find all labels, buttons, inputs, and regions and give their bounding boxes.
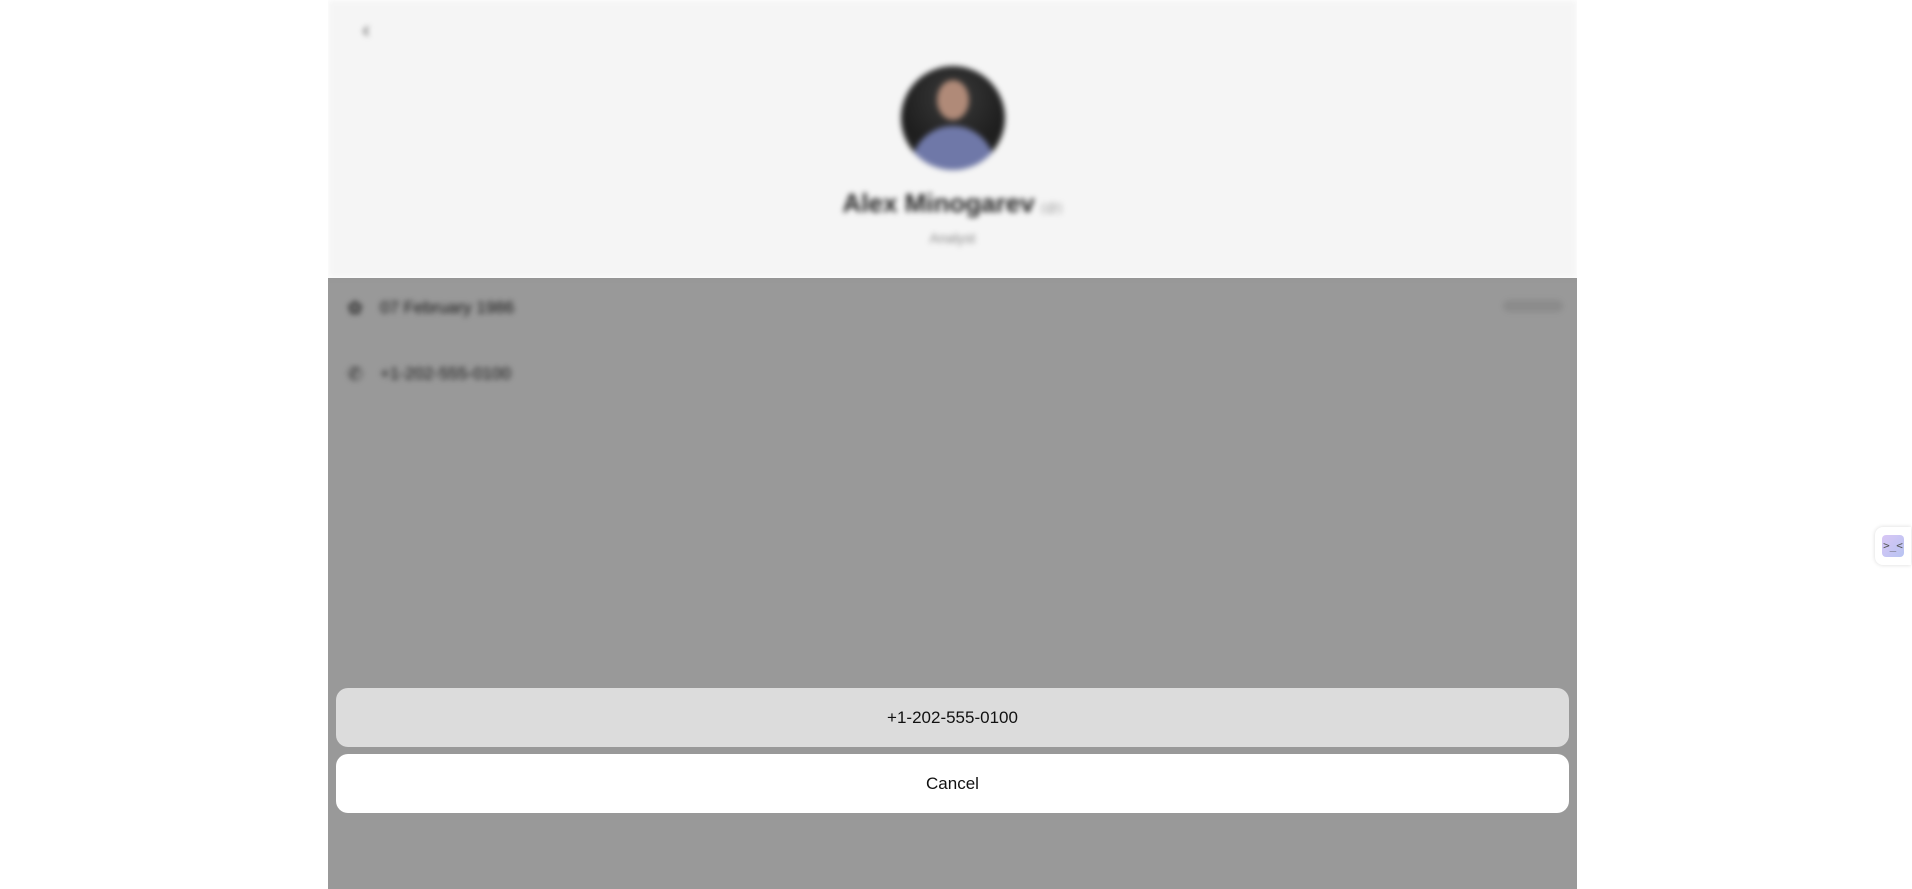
call-phone-option[interactable]: +1-202-555-0100: [336, 688, 1569, 747]
profile-header: ‹ Alex Minogarev (@) Analyst: [328, 0, 1577, 278]
contact-app: ‹ Alex Minogarev (@) Analyst ✿ 07 Februar…: [328, 0, 1577, 889]
profile-role: Analyst: [929, 230, 976, 246]
cancel-button[interactable]: Cancel: [336, 754, 1569, 813]
avatar: [901, 66, 1005, 170]
chevron-left-icon[interactable]: ‹: [356, 19, 376, 41]
name-row: Alex Minogarev (@): [328, 188, 1577, 219]
assistant-widget[interactable]: >_<: [1875, 527, 1911, 565]
assistant-icon: >_<: [1882, 535, 1904, 557]
profile-pronoun: (@): [1040, 200, 1063, 215]
avatar-shirt: [911, 126, 995, 170]
avatar-face: [937, 80, 969, 120]
profile-name: Alex Minogarev: [842, 188, 1035, 218]
